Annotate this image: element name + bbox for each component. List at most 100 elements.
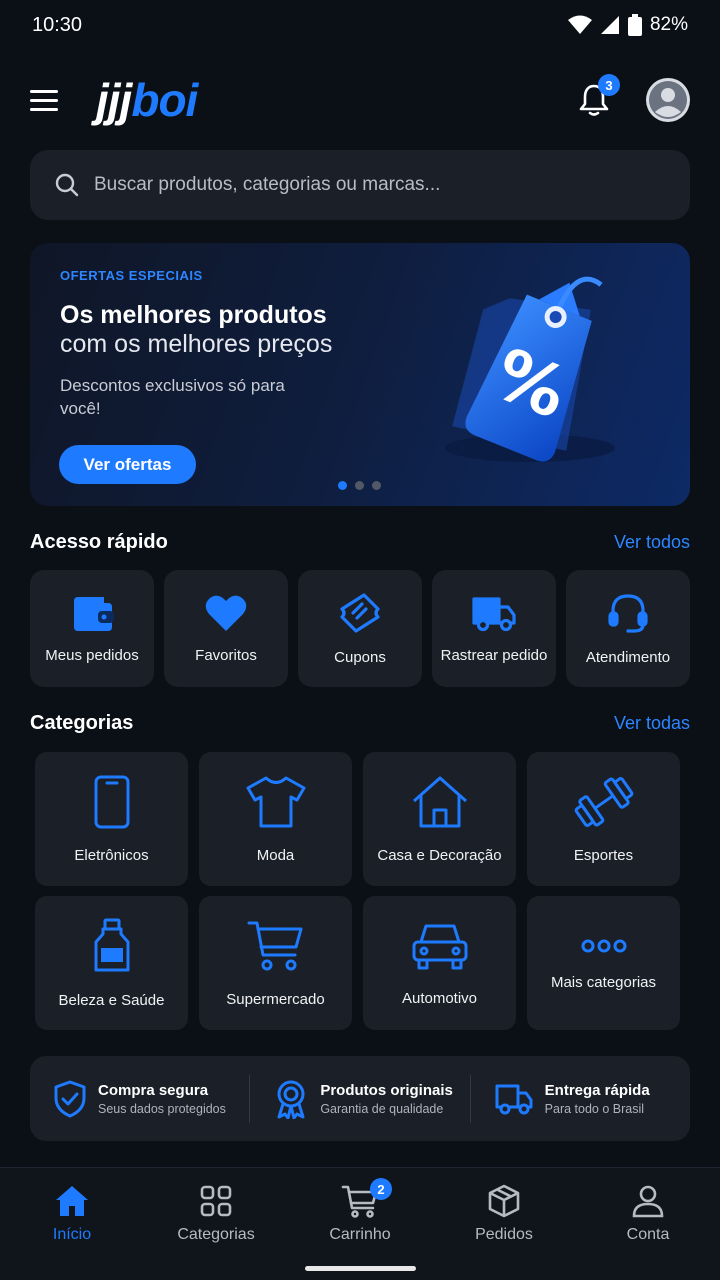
trust-title: Produtos originais — [320, 1081, 453, 1099]
battery-icon — [627, 14, 642, 36]
quick-item-track-order[interactable]: Rastrear pedido — [432, 570, 556, 687]
status-time: 10:30 — [32, 13, 83, 36]
grid-icon — [200, 1185, 232, 1217]
category-supermarket[interactable]: Supermercado — [199, 896, 352, 1030]
logo: jjjboi — [96, 74, 198, 126]
search-input[interactable] — [94, 174, 666, 196]
category-automotive[interactable]: Automotivo — [363, 896, 516, 1030]
section-title: Acesso rápido — [30, 531, 168, 553]
notification-badge: 3 — [598, 74, 620, 96]
package-icon — [488, 1184, 520, 1218]
app-header: jjjboi 3 — [0, 68, 720, 132]
category-more[interactable]: Mais categorias — [527, 896, 680, 1030]
carousel-dots — [338, 481, 381, 490]
category-label: Eletrônicos — [74, 846, 149, 864]
nav-label: Carrinho — [329, 1226, 391, 1243]
quick-item-label: Meus pedidos — [45, 647, 139, 664]
trust-subtitle: Seus dados protegidos — [98, 1101, 226, 1116]
carousel-dot[interactable] — [338, 481, 347, 490]
quick-item-label: Cupons — [334, 649, 386, 666]
logo-part-1: jjj — [96, 74, 132, 126]
category-label: Moda — [256, 846, 295, 864]
nav-account[interactable]: Conta — [576, 1168, 720, 1280]
search-bar[interactable] — [30, 150, 690, 220]
ticket-icon — [340, 593, 380, 633]
category-label: Automotivo — [401, 989, 478, 1007]
car-icon — [412, 924, 467, 969]
categories-grid: Eletrônicos Moda Casa e Decoração Esport… — [35, 752, 685, 1030]
category-label: Supermercado — [226, 990, 325, 1008]
banner-subtitle: com os melhores preços — [60, 330, 333, 358]
header-actions: 3 — [574, 74, 690, 122]
nav-orders[interactable]: Pedidos — [432, 1168, 576, 1280]
cart-badge: 2 — [370, 1178, 392, 1200]
tshirt-icon — [246, 776, 305, 827]
category-label: Mais categorias — [550, 973, 657, 991]
category-electronics[interactable]: Eletrônicos — [35, 752, 188, 886]
bottle-icon — [94, 918, 129, 971]
quick-item-support[interactable]: Atendimento — [566, 570, 690, 687]
nav-label: Conta — [626, 1226, 670, 1243]
house-icon — [412, 776, 467, 827]
quick-item-favorites[interactable]: Favoritos — [164, 570, 288, 687]
categories-header: Categorias Ver todas — [30, 712, 690, 735]
section-title: Categorias — [30, 712, 134, 734]
notifications-button[interactable]: 3 — [574, 74, 620, 120]
quick-access-header: Acesso rápido Ver todos — [30, 531, 690, 554]
carousel-dot[interactable] — [372, 481, 381, 490]
truck-icon — [472, 597, 516, 632]
category-sports[interactable]: Esportes — [527, 752, 680, 886]
nav-categories[interactable]: Categorias — [144, 1168, 288, 1280]
bottom-nav: Início Categorias 2 Carrinho Pedidos Con… — [0, 1167, 720, 1280]
quick-item-label: Atendimento — [585, 649, 671, 666]
see-all-link[interactable]: Ver todos — [614, 532, 690, 553]
menu-icon[interactable] — [30, 82, 66, 118]
trust-subtitle: Para todo o Brasil — [544, 1101, 645, 1116]
quick-item-label: Rastrear pedido — [440, 647, 548, 664]
smartphone-icon — [94, 775, 129, 828]
avatar[interactable] — [646, 78, 690, 122]
nav-label: Início — [52, 1226, 92, 1243]
carousel-dot[interactable] — [355, 481, 364, 490]
discount-tag-icon: % — [445, 276, 615, 462]
quick-item-orders[interactable]: Meus pedidos — [30, 570, 154, 687]
quick-item-label: Favoritos — [195, 647, 257, 664]
trust-subtitle: Garantia de qualidade — [320, 1101, 444, 1116]
battery-percent: 82% — [649, 14, 688, 35]
quick-item-coupons[interactable]: Cupons — [298, 570, 422, 687]
nav-label: Pedidos — [475, 1226, 533, 1243]
headset-icon — [608, 594, 648, 633]
wifi-icon — [567, 15, 592, 34]
view-offers-button[interactable]: Ver ofertas — [59, 445, 196, 484]
nav-home[interactable]: Início — [0, 1168, 144, 1280]
trust-delivery: Entrega rápida Para todo o Brasil — [469, 1074, 690, 1123]
search-icon — [55, 173, 79, 197]
promo-banner[interactable]: OFERTAS ESPECIAIS Os melhores produtos c… — [30, 243, 690, 506]
truck-icon — [495, 1084, 533, 1114]
user-icon — [632, 1185, 664, 1218]
category-beauty-health[interactable]: Beleza e Saúde — [35, 896, 188, 1030]
home-indicator[interactable] — [305, 1266, 416, 1271]
trust-original: Produtos originais Garantia de qualidade — [249, 1074, 469, 1123]
status-icons: 82% — [567, 14, 688, 36]
heart-icon — [205, 595, 247, 631]
dumbbell-icon — [574, 776, 633, 827]
banner-description: Descontos exclusivos só para você! — [60, 376, 285, 418]
nav-cart[interactable]: 2 Carrinho — [288, 1168, 432, 1280]
see-all-link[interactable]: Ver todas — [614, 713, 690, 734]
trust-title: Entrega rápida — [544, 1081, 650, 1099]
home-icon — [56, 1186, 88, 1216]
trust-badges: Compra segura Seus dados protegidos Produ… — [30, 1056, 690, 1141]
signal-icon — [600, 16, 619, 34]
category-label: Casa e Decoração — [377, 846, 502, 864]
cart-icon — [247, 921, 302, 970]
category-home-decor[interactable]: Casa e Decoração — [363, 752, 516, 886]
quick-access-list: Meus pedidos Favoritos Cupons Rastrear p… — [30, 570, 690, 687]
nav-label: Categorias — [177, 1226, 255, 1243]
status-bar: 10:30 82% — [0, 0, 720, 50]
trust-secure: Compra segura Seus dados protegidos — [30, 1075, 249, 1123]
category-fashion[interactable]: Moda — [199, 752, 352, 886]
banner-title: Os melhores produtos — [60, 301, 327, 329]
wallet-icon — [74, 597, 114, 631]
category-label: Beleza e Saúde — [58, 991, 165, 1009]
